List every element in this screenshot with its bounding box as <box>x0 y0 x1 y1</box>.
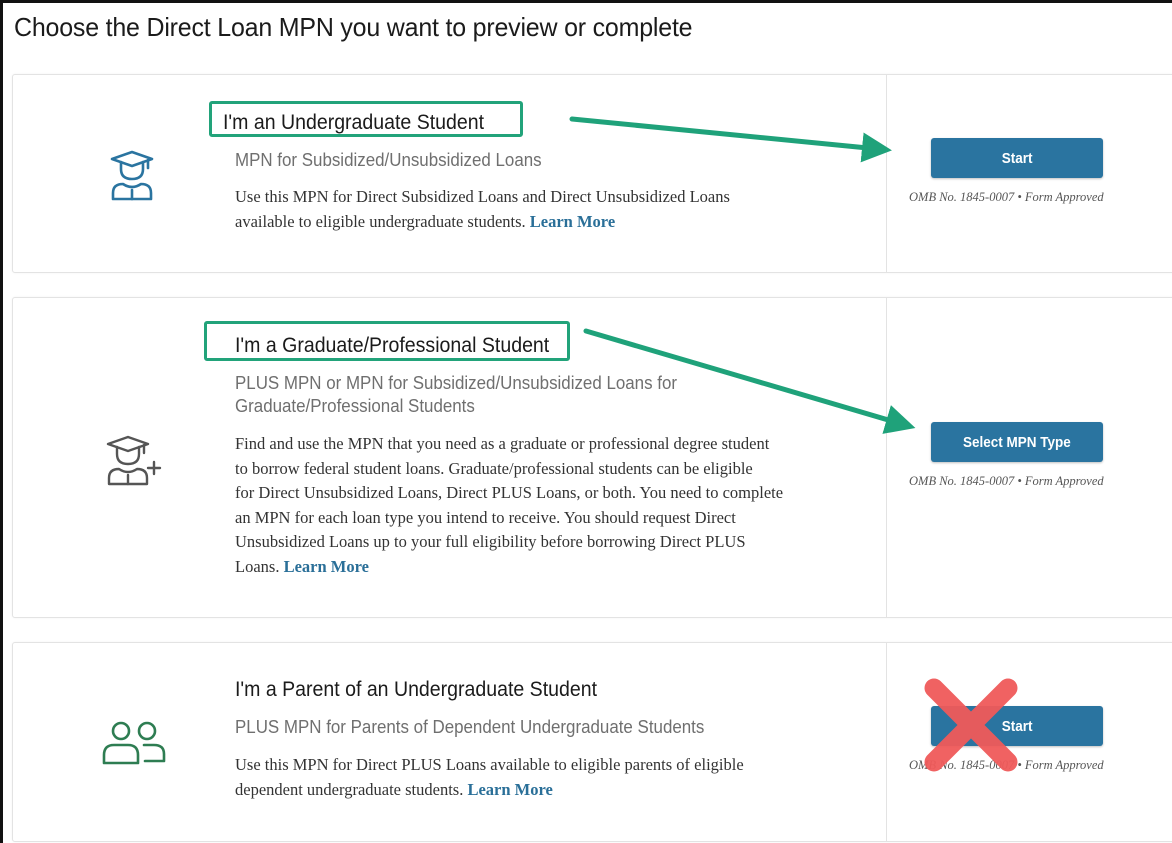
parent-users-icon <box>102 721 166 765</box>
card-subtitle: PLUS MPN for Parents of Dependent Underg… <box>235 716 704 739</box>
omb-notice: OMB No. 1845-0007 • Form Approved <box>909 190 1104 204</box>
graduate-student-icon <box>110 150 154 201</box>
card-subtitle: PLUS MPN or MPN for Subsidized/Unsubsidi… <box>235 372 677 418</box>
desc-line: to borrow federal student loans. Graduat… <box>235 458 753 478</box>
start-undergraduate-button[interactable]: Start <box>931 138 1103 178</box>
card-divider <box>886 298 887 617</box>
select-mpn-type-button[interactable]: Select MPN Type <box>931 422 1103 462</box>
card-subtitle: MPN for Subsidized/Unsubsidized Loans <box>235 149 542 172</box>
card-description: Use this MPN for Direct Subsidized Loans… <box>235 185 730 234</box>
desc-line: Find and use the MPN that you need as a … <box>235 434 770 453</box>
omb-notice: OMB No. 1845-0007 • Form Approved <box>909 474 1104 488</box>
subtitle-line: PLUS MPN for Parents of Dependent Underg… <box>235 717 705 737</box>
desc-line: Use this MPN for Direct Subsidized Loans… <box>235 187 730 206</box>
learn-more-link[interactable]: Learn More <box>284 557 369 576</box>
subtitle-line: MPN for Subsidized/Unsubsidized Loans <box>235 150 542 170</box>
desc-line: Loans. <box>235 556 280 576</box>
card-divider <box>886 75 887 272</box>
desc-line: Use this MPN for Direct PLUS Loans avail… <box>235 755 744 774</box>
highlight-box-undergraduate <box>209 101 523 137</box>
highlight-box-graduate <box>204 321 570 361</box>
subtitle-line: Graduate/Professional Students <box>235 396 475 416</box>
desc-line: for Direct Unsubsidized Loans, Direct PL… <box>235 483 784 502</box>
learn-more-link[interactable]: Learn More <box>467 780 552 799</box>
desc-line: Unsubsidized Loans up to your full eligi… <box>235 532 746 551</box>
desc-line: dependent undergraduate students. <box>235 779 464 799</box>
card-divider <box>886 643 887 841</box>
omb-notice: OMB No. 1845-0007 • Form Approved <box>909 758 1104 772</box>
subtitle-line: PLUS MPN or MPN for Subsidized/Unsubsidi… <box>235 373 678 393</box>
card-description: Use this MPN for Direct PLUS Loans avail… <box>235 753 744 802</box>
page-title: Choose the Direct Loan MPN you want to p… <box>14 12 693 42</box>
desc-line: available to eligible undergraduate stud… <box>235 211 526 231</box>
learn-more-link[interactable]: Learn More <box>530 212 615 231</box>
desc-line: an MPN for each loan type you intend to … <box>235 507 736 527</box>
start-parent-button[interactable]: Start <box>931 706 1103 746</box>
card-description: Find and use the MPN that you need as a … <box>235 432 783 579</box>
card-title: I'm a Parent of an Undergraduate Student <box>235 678 598 701</box>
graduate-student-plus-icon <box>106 435 162 486</box>
